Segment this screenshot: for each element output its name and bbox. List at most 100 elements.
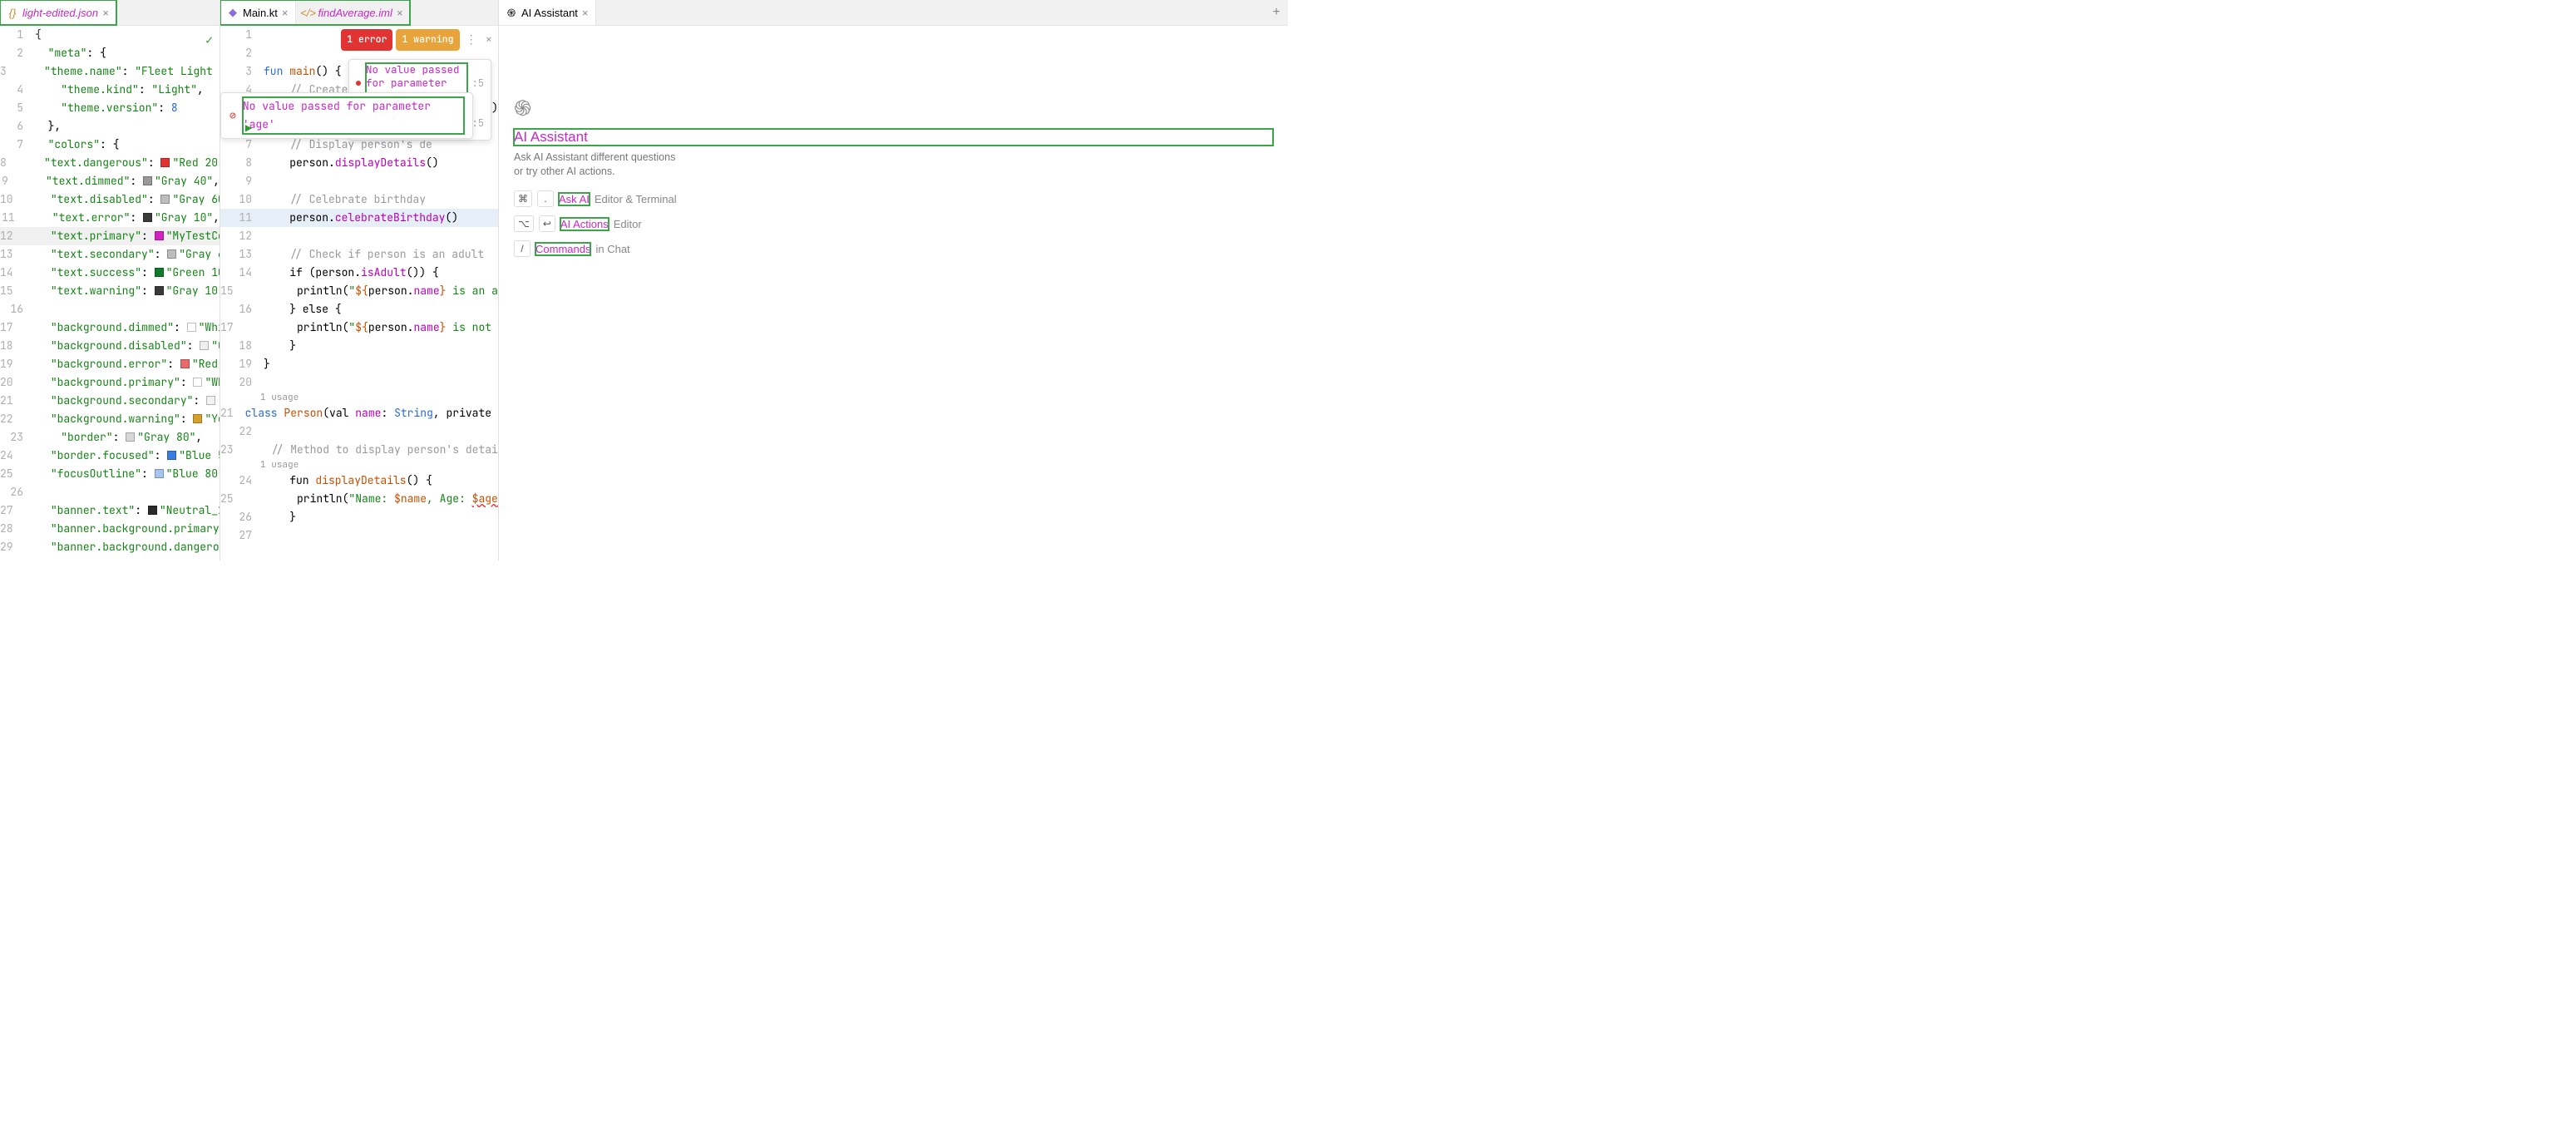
code-line[interactable]: 14 if (person.isAdult()) {: [220, 264, 498, 282]
color-swatch-icon: [180, 359, 190, 368]
code-line[interactable]: 20 "background.primary": "White",: [0, 373, 220, 392]
tab-ai-assistant[interactable]: ֍ AI Assistant ×: [499, 0, 596, 25]
code-line[interactable]: 29 "banner.background.dangerous": "Red_1…: [0, 538, 220, 556]
code-line[interactable]: 13 // Check if person is an adult: [220, 245, 498, 264]
code-line[interactable]: 10 // Celebrate birthday: [220, 190, 498, 209]
code-line[interactable]: 12 "text.primary": "MyTestColor",: [0, 227, 220, 245]
tab-findaverage[interactable]: </> findAverage.iml ×: [296, 0, 411, 25]
code-line[interactable]: 27 "banner.text": "Neutral_10",: [0, 501, 220, 520]
code-line[interactable]: 8 person.displayDetails(): [220, 154, 498, 172]
line-number: 1: [220, 26, 260, 44]
error-badge[interactable]: 1 error: [341, 29, 392, 51]
color-swatch-icon: [200, 341, 209, 350]
line-number: 20: [0, 373, 22, 392]
code-line[interactable]: 11 "text.error": "Gray 10",: [0, 209, 220, 227]
code-line[interactable]: 12: [220, 227, 498, 245]
code-line[interactable]: 6 },: [0, 117, 220, 136]
code-line[interactable]: 17 println("${person.name} is not an adu…: [220, 319, 498, 337]
code-line[interactable]: 27: [220, 526, 498, 545]
code-line[interactable]: 22 "background.warning": "Yellow 20",: [0, 410, 220, 428]
line-number: 2: [220, 44, 260, 62]
code-line[interactable]: 18 "background.disabled": "Gray 100",: [0, 337, 220, 355]
code-line[interactable]: 16: [0, 300, 220, 319]
tab-main-kt[interactable]: ◆ Main.kt ×: [220, 0, 296, 25]
code-line[interactable]: 11 person.celebrateBirthday(): [220, 209, 498, 227]
line-number: 19: [220, 355, 260, 373]
code-line[interactable]: 16 } else {: [220, 300, 498, 319]
checkmark-icon: ✓: [205, 31, 213, 49]
ai-action-link[interactable]: Commands: [535, 243, 590, 255]
color-swatch-icon: [155, 231, 164, 240]
code-line[interactable]: 9: [220, 172, 498, 190]
close-icon[interactable]: ×: [282, 7, 289, 19]
code-line[interactable]: 25 "focusOutline": "Blue 80",: [0, 465, 220, 483]
code-line[interactable]: 13 "text.secondary": "Gray 60",: [0, 245, 220, 264]
warning-badge[interactable]: 1 warning: [396, 29, 459, 51]
code-line[interactable]: 24 "border.focused": "Blue 50",: [0, 447, 220, 465]
line-number: 15: [0, 282, 22, 300]
code-line[interactable]: 28 "banner.background.primary": "Blue_15…: [0, 520, 220, 538]
code-line[interactable]: 10 "text.disabled": "Gray 60",: [0, 190, 220, 209]
code-line[interactable]: 21 "background.secondary": "Gray 110",: [0, 392, 220, 410]
problem-location: :5: [472, 77, 484, 90]
usage-hint[interactable]: 1 usage: [220, 459, 498, 472]
ai-shortcut-row: /Commands in Chat: [514, 240, 1273, 257]
ai-action-link[interactable]: AI Actions: [560, 218, 609, 230]
code-line[interactable]: 20: [220, 373, 498, 392]
code-line[interactable]: 22: [220, 422, 498, 441]
code-line[interactable]: 25 println("Name: $name, Age: $age"): [220, 490, 498, 508]
code-line[interactable]: 19 "background.error": "Red 40",: [0, 355, 220, 373]
code-line[interactable]: 17 "background.dimmed": "White",: [0, 319, 220, 337]
code-line[interactable]: 5 "theme.version": 8: [0, 99, 220, 117]
code-line[interactable]: 7 "colors": {: [0, 136, 220, 154]
close-icon[interactable]: ×: [102, 7, 109, 19]
color-swatch-icon: [155, 286, 164, 295]
ai-action-link[interactable]: Ask AI: [559, 193, 590, 205]
close-icon[interactable]: ×: [582, 7, 589, 19]
kotlin-file-icon: ◆: [227, 7, 239, 18]
code-line[interactable]: 26 }: [220, 508, 498, 526]
tab-light-edited[interactable]: {} light-edited.json ×: [0, 0, 116, 25]
code-line[interactable]: 9 "text.dimmed": "Gray 40",: [0, 172, 220, 190]
code-line[interactable]: 8 "text.dangerous": "Red 20",: [0, 154, 220, 172]
tab-filename: light-edited.json: [22, 7, 98, 19]
ai-action-context: Editor: [614, 218, 642, 230]
line-number: 26: [220, 508, 260, 526]
line-number: 28: [0, 520, 22, 538]
code-line[interactable]: 2 "meta": {: [0, 44, 220, 62]
code-line[interactable]: 15 "text.warning": "Gray 10",: [0, 282, 220, 300]
code-line[interactable]: 14 "text.success": "Green 10",: [0, 264, 220, 282]
line-number: 14: [220, 264, 260, 282]
code-line[interactable]: 24 fun displayDetails() {: [220, 472, 498, 490]
editor-left[interactable]: ✓ 1{2 "meta": {3 "theme.name": "Fleet Li…: [0, 26, 220, 560]
code-line[interactable]: 3 "theme.name": "Fleet Light - Edited",: [0, 62, 220, 81]
ai-shortcut-row: ⌥↩AI Actions Editor: [514, 215, 1273, 232]
line-number: 17: [220, 319, 242, 337]
usage-hint[interactable]: 1 usage: [220, 392, 498, 404]
more-icon[interactable]: ⋮: [463, 31, 480, 49]
code-line[interactable]: 19}: [220, 355, 498, 373]
code-line[interactable]: 1{: [0, 26, 220, 44]
run-gutter-icon[interactable]: ▶: [245, 120, 252, 138]
line-number: 25: [0, 465, 22, 483]
line-number: 22: [220, 422, 260, 441]
add-tab-button[interactable]: +: [1265, 5, 1288, 20]
error-dot-icon: [356, 81, 361, 86]
tab-filename: Main.kt: [243, 7, 278, 19]
line-number: 18: [0, 337, 22, 355]
code-line[interactable]: 18 }: [220, 337, 498, 355]
code-line[interactable]: 26: [0, 483, 220, 501]
editor-mid[interactable]: 1 error 1 warning ⋮ × No value passed fo…: [220, 26, 498, 560]
code-line[interactable]: 21class Person(val name: String, private…: [220, 404, 498, 422]
close-icon[interactable]: ×: [397, 7, 403, 19]
code-line[interactable]: 4 "theme.kind": "Light",: [0, 81, 220, 99]
code-line[interactable]: 23 "border": "Gray 80",: [0, 428, 220, 447]
line-number: 21: [0, 392, 22, 410]
line-number: 21: [220, 404, 242, 422]
close-icon[interactable]: ×: [483, 31, 495, 49]
color-swatch-icon: [167, 451, 176, 460]
code-line[interactable]: 23 // Method to display person's details: [220, 441, 498, 459]
ai-action-context: Editor & Terminal: [595, 193, 677, 205]
code-line[interactable]: 15 println("${person.name} is an adult."…: [220, 282, 498, 300]
inline-error-message: No value passed for parameter 'age': [243, 97, 464, 134]
